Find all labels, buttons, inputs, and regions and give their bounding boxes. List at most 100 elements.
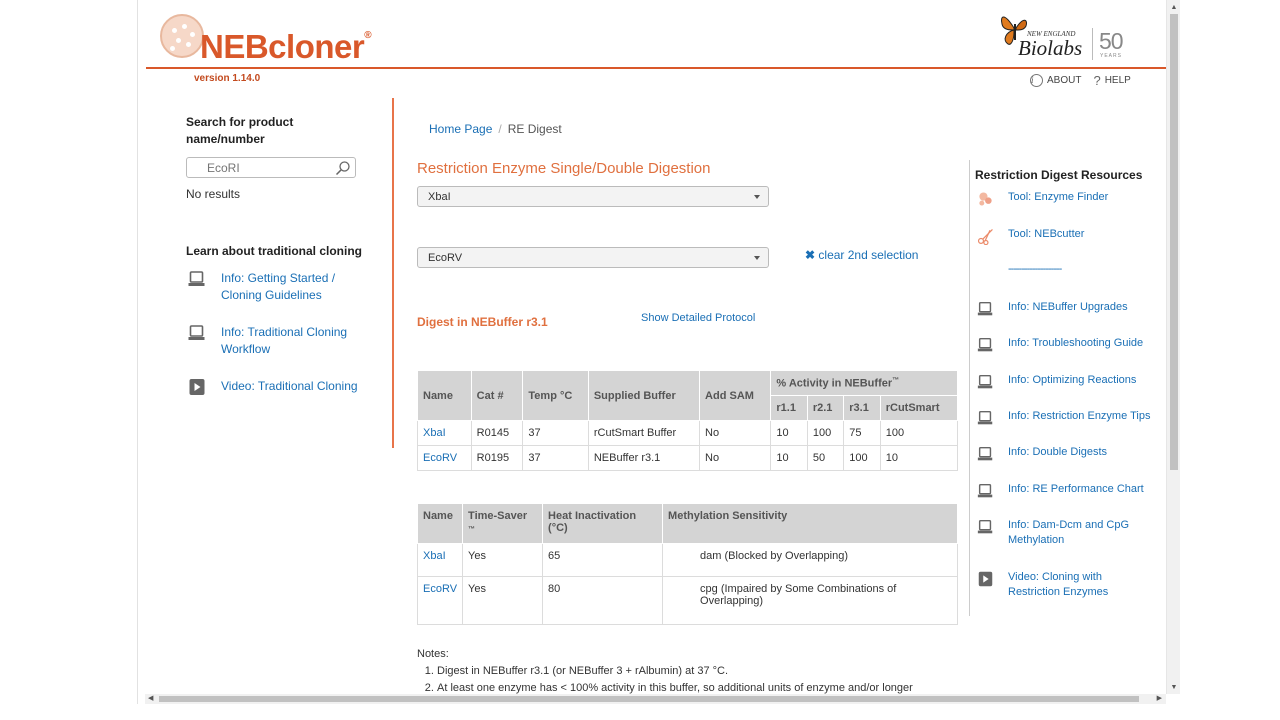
horizontal-scrollbar[interactable]: ◀ ▶ — [145, 694, 1166, 704]
play-icon — [978, 571, 993, 587]
resource-optimizing[interactable]: Info: Optimizing Reactions — [975, 373, 1136, 391]
col-header-r11: r1.1 — [770, 395, 808, 421]
temp-cell: 37 — [522, 445, 589, 471]
enzyme-finder-icon — [979, 192, 992, 206]
enzyme1-value: XbaI — [428, 191, 451, 203]
right-divider — [969, 160, 970, 616]
col-header-timesaver: Time-Saver ™ — [462, 503, 544, 544]
col-header-sam: Add SAM — [699, 370, 772, 421]
resource-troubleshooting[interactable]: Info: Troubleshooting Guide — [975, 336, 1143, 354]
cat-cell: R0145 — [470, 420, 524, 446]
laptop-icon — [977, 519, 993, 534]
search-input[interactable] — [187, 158, 327, 177]
activity-cell: 50 — [806, 445, 845, 471]
neb-company-logo[interactable]: NEW ENGLAND Biolabs 50 YEARS — [1000, 10, 1130, 62]
resource-methylation[interactable]: Info: Dam-Dcm and CpG Methylation — [975, 518, 1138, 548]
heat-cell: 80 — [542, 576, 664, 625]
col-header-name: Name — [417, 370, 472, 421]
enzyme-link[interactable]: EcoRV — [423, 452, 457, 464]
resource-label[interactable]: Tool: Enzyme Finder — [1008, 190, 1108, 205]
resource-label[interactable]: Info: Troubleshooting Guide — [1008, 336, 1143, 351]
scroll-left-icon[interactable]: ◀ — [148, 694, 153, 704]
resource-video-cloning[interactable]: Video: Cloning with Restriction Enzymes — [975, 570, 1118, 600]
chevron-down-icon — [754, 256, 760, 260]
resource-label[interactable]: Video: Cloning with Restriction Enzymes — [1008, 570, 1118, 600]
laptop-icon — [188, 325, 205, 340]
resources-heading: Restriction Digest Resources — [975, 168, 1143, 182]
resource-performance-chart[interactable]: Info: RE Performance Chart — [975, 482, 1144, 500]
scroll-thumb[interactable] — [159, 696, 1139, 702]
methylation-cell: dam (Blocked by Overlapping) — [662, 543, 958, 577]
about-label: ABOUT — [1047, 75, 1082, 86]
about-link[interactable]: i ABOUT — [1030, 73, 1081, 88]
breadcrumb-home[interactable]: Home Page — [429, 122, 492, 136]
scroll-up-icon[interactable]: ▲ — [1167, 2, 1181, 14]
search-icon[interactable] — [335, 160, 351, 176]
resource-re-tips[interactable]: Info: Restriction Enzyme Tips — [975, 409, 1150, 427]
enzyme-link[interactable]: XbaI — [423, 550, 446, 562]
left-divider — [392, 98, 394, 448]
resource-label[interactable]: Info: Optimizing Reactions — [1008, 373, 1136, 388]
sidebar-item-label[interactable]: Info: Getting Started / Cloning Guidelin… — [221, 270, 351, 304]
sidebar-item-cloning-workflow[interactable]: Info: Traditional Cloning Workflow — [186, 324, 376, 358]
resource-label[interactable]: Info: Restriction Enzyme Tips — [1008, 409, 1150, 424]
resource-label[interactable]: Info: Double Digests — [1008, 445, 1107, 460]
resource-nebcutter[interactable]: Tool: NEBcutter — [975, 227, 1084, 245]
timesaver-cell: Yes — [462, 576, 544, 625]
activity-cell: 10 — [770, 445, 808, 471]
enzyme1-select[interactable]: XbaI — [417, 186, 769, 207]
col-header-name: Name — [416, 503, 464, 544]
brand-separator — [1092, 28, 1093, 60]
sidebar-item-label[interactable]: Video: Traditional Cloning — [221, 378, 358, 395]
enzyme-link[interactable]: EcoRV — [423, 583, 457, 595]
separator-dashes: -------------------- — [1008, 263, 1062, 275]
scroll-right-icon[interactable]: ▶ — [1157, 694, 1162, 704]
note-item: Digest in NEBuffer r3.1 (or NEBuffer 3 +… — [437, 663, 913, 680]
search-results-text: No results — [186, 187, 241, 201]
laptop-icon — [977, 410, 993, 425]
vertical-scrollbar[interactable]: ▲ ▼ — [1166, 0, 1180, 694]
laptop-icon — [977, 374, 993, 389]
activity-cell: 75 — [843, 420, 881, 446]
sam-cell: No — [699, 420, 772, 446]
laptop-icon — [977, 446, 993, 461]
clear-2nd-selection-button[interactable]: ✖ clear 2nd selection — [805, 248, 918, 262]
resource-label[interactable]: Info: NEBuffer Upgrades — [1008, 300, 1128, 315]
breadcrumb-current: RE Digest — [507, 122, 562, 136]
resource-label[interactable]: Info: Dam-Dcm and CpG Methylation — [1008, 518, 1138, 548]
methylation-cell: cpg (Impaired by Some Combinations of Ov… — [662, 576, 958, 625]
clear-label: clear 2nd selection — [818, 248, 919, 262]
resource-nebuffer-upgrades[interactable]: Info: NEBuffer Upgrades — [975, 300, 1128, 318]
show-protocol-link[interactable]: Show Detailed Protocol — [641, 312, 755, 324]
resource-label[interactable]: Tool: NEBcutter — [1008, 227, 1084, 242]
petri-dish-icon — [160, 14, 204, 58]
question-icon: ? — [1093, 73, 1101, 88]
search-box[interactable] — [186, 157, 356, 178]
buffer-cell: NEBuffer r3.1 — [587, 445, 701, 471]
laptop-icon — [188, 271, 205, 286]
sidebar-item-getting-started[interactable]: Info: Getting Started / Cloning Guidelin… — [186, 270, 376, 304]
sidebar-item-label[interactable]: Info: Traditional Cloning Workflow — [221, 324, 351, 358]
resource-separator: -------------------- — [1008, 263, 1062, 275]
resource-label[interactable]: Info: RE Performance Chart — [1008, 482, 1144, 497]
page-title: Restriction Enzyme Single/Double Digesti… — [417, 160, 711, 177]
activity-cell: 10 — [879, 445, 959, 471]
table-row: XbaI Yes 65 dam (Blocked by Overlapping) — [416, 543, 958, 577]
sidebar-item-video-cloning[interactable]: Video: Traditional Cloning — [186, 378, 376, 396]
col-header-cat: Cat # — [470, 370, 524, 421]
scroll-thumb[interactable] — [1170, 14, 1178, 470]
enzyme-properties-table: Name Time-Saver ™ Heat Inactivation (°C) … — [416, 503, 958, 625]
breadcrumb: Home Page / RE Digest — [429, 122, 562, 136]
info-icon: i — [1030, 74, 1043, 87]
resource-double-digests[interactable]: Info: Double Digests — [975, 445, 1107, 463]
heat-cell: 65 — [542, 543, 664, 577]
enzyme-link[interactable]: XbaI — [423, 427, 446, 439]
close-icon: ✖ — [805, 248, 816, 262]
enzyme2-select[interactable]: EcoRV — [417, 247, 769, 268]
enzyme2-value: EcoRV — [428, 252, 463, 264]
resource-enzyme-finder[interactable]: Tool: Enzyme Finder — [975, 190, 1108, 208]
col-header-r31: r3.1 — [843, 395, 881, 421]
help-link[interactable]: ? HELP — [1093, 73, 1130, 88]
chevron-down-icon — [754, 195, 760, 199]
scroll-down-icon[interactable]: ▼ — [1167, 682, 1181, 694]
